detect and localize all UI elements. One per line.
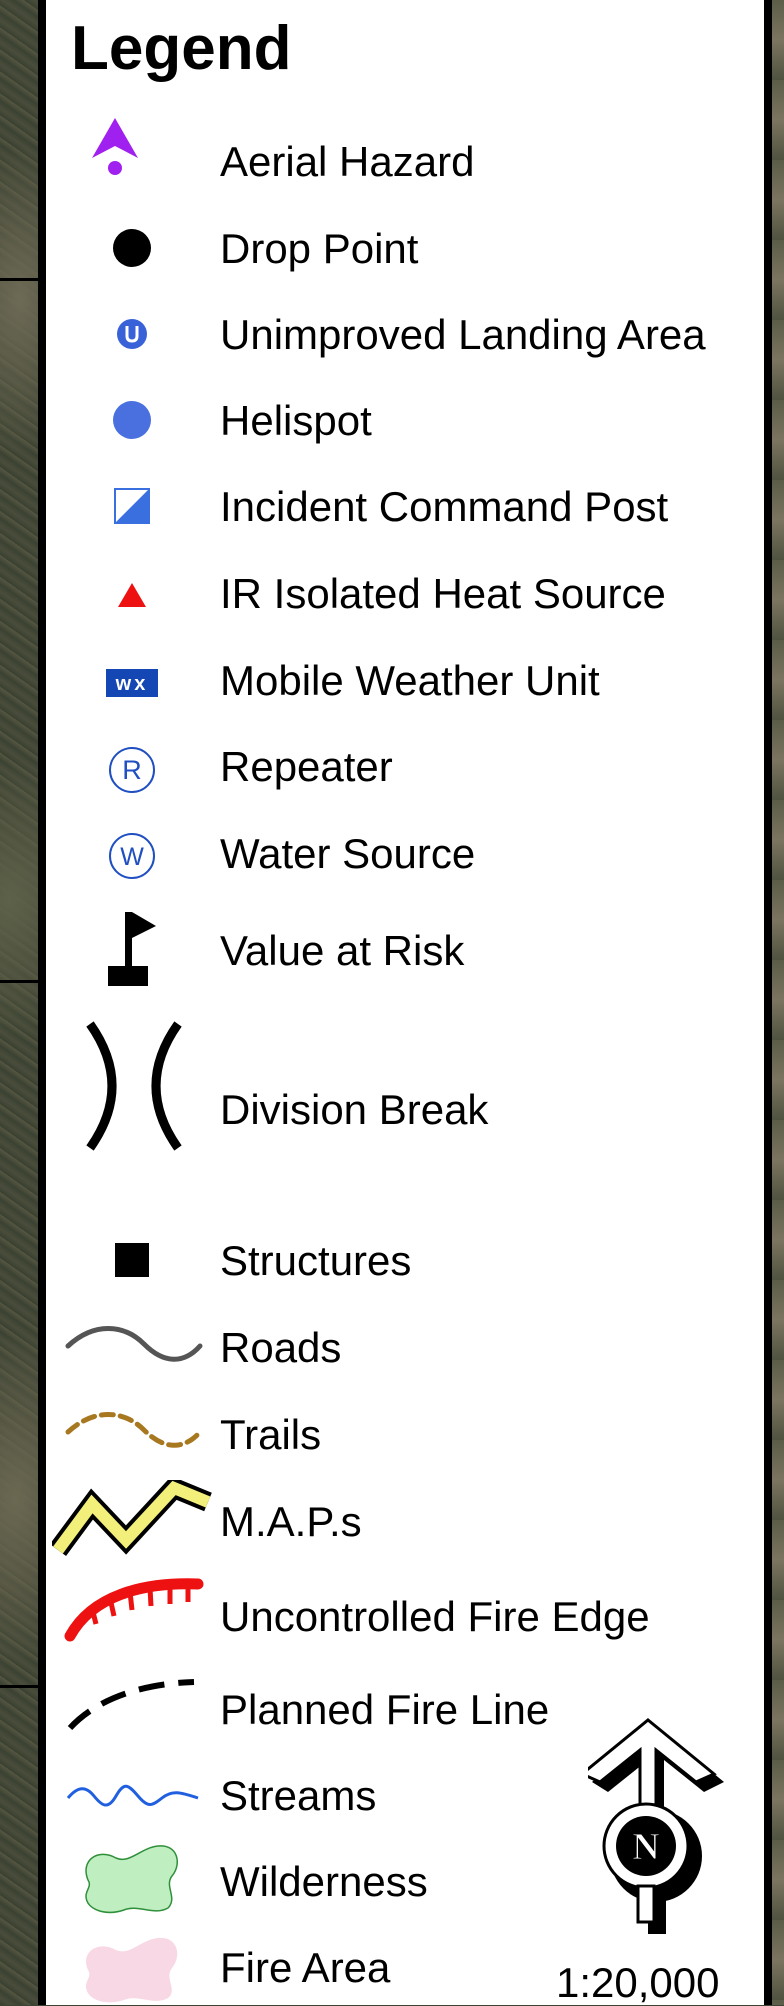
legend-label-incident-command-post: Incident Command Post — [220, 483, 669, 530]
mobile-weather-unit-icon: wx — [106, 669, 158, 697]
uncontrolled-fire-edge-icon — [64, 1578, 204, 1642]
division-break-icon — [86, 1021, 182, 1151]
map-edge-right — [772, 0, 784, 2005]
legend-label-planned-fire-line: Planned Fire Line — [220, 1686, 550, 1733]
legend-label-ir-isolated-heat-source: IR Isolated Heat Source — [220, 570, 666, 617]
legend-label-wilderness: Wilderness — [220, 1858, 428, 1905]
repeater-icon-text: R — [122, 755, 142, 785]
trails-icon — [65, 1412, 203, 1448]
north-arrow-icon: N — [588, 1718, 724, 1934]
legend-label-water-source: Water Source — [220, 830, 476, 877]
maps-icon — [52, 1480, 212, 1556]
helispot-icon — [113, 401, 151, 439]
planned-fire-line-icon — [67, 1679, 195, 1731]
legend-label-value-at-risk: Value at Risk — [220, 927, 465, 974]
north-arrow-letter: N — [632, 1826, 659, 1868]
aerial-hazard-icon — [92, 118, 138, 175]
structures-icon — [115, 1243, 149, 1277]
value-at-risk-icon — [108, 912, 156, 986]
incident-command-post-icon — [114, 488, 150, 524]
legend-label-roads: Roads — [220, 1324, 342, 1371]
legend-label-trails: Trails — [220, 1411, 322, 1458]
neatline-tick — [0, 1685, 38, 1688]
legend-title: Legend — [71, 14, 292, 83]
legend-label-repeater: Repeater — [220, 743, 393, 790]
neatline-tick — [0, 980, 38, 983]
legend-label-helispot: Helispot — [220, 397, 372, 444]
legend-label-streams: Streams — [220, 1772, 377, 1819]
streams-icon — [66, 1784, 199, 1807]
legend-label-maps: M.A.P.s — [220, 1498, 362, 1545]
legend-label-division-break: Division Break — [220, 1086, 489, 1133]
repeater-icon: R — [109, 747, 155, 793]
wilderness-icon — [85, 1845, 178, 1914]
legend-label-structures: Structures — [220, 1237, 412, 1284]
legend-label-drop-point: Drop Point — [220, 225, 419, 272]
legend-label-mobile-weather-unit: Mobile Weather Unit — [220, 657, 600, 704]
legend-label-fire-area: Fire Area — [220, 1944, 391, 1991]
legend-label-unimproved-landing-area: Unimproved Landing Area — [220, 311, 706, 358]
fire-area-icon — [86, 1937, 178, 2003]
map-scale: 1:20,000 — [556, 1959, 720, 2006]
neatline-tick — [0, 278, 38, 281]
drop-point-icon — [113, 229, 151, 267]
roads-icon — [65, 1326, 203, 1362]
water-source-icon-text: W — [120, 843, 144, 871]
unimproved-landing-area-icon — [117, 319, 147, 349]
legend-label-aerial-hazard: Aerial Hazard — [220, 138, 475, 185]
water-source-icon: W — [109, 833, 155, 879]
mobile-weather-unit-icon-text: wx — [115, 673, 149, 695]
ir-heat-source-icon — [118, 583, 146, 607]
legend-label-uncontrolled-fire-edge: Uncontrolled Fire Edge — [220, 1593, 650, 1640]
